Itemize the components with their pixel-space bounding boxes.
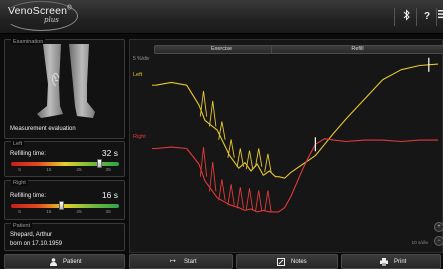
legs-illustration[interactable]: [29, 44, 105, 122]
series-line-right: [155, 138, 438, 213]
right-label: Right: [11, 180, 28, 186]
zoom-out-icon[interactable]: −: [434, 236, 443, 246]
right-leg-panel: Right Refilling time: 16 s 5 15 25 35: [4, 180, 125, 220]
title-bar: VenoScreen® plus ?: [0, 0, 443, 34]
patient-birthdate: born on 17.10.1959: [10, 241, 63, 247]
tick-label: 15: [46, 168, 52, 173]
exam-caption: Measurement evaluation: [10, 126, 76, 132]
oscillation-spike: [264, 153, 272, 173]
oscillation-spike: [255, 190, 263, 212]
oscillation-spike: [236, 187, 244, 209]
notes-button[interactable]: Notes: [236, 254, 338, 269]
left-gauge-ticks: 5 15 25 35: [11, 168, 119, 174]
separator: [416, 8, 417, 26]
notes-button-label: Notes: [291, 259, 307, 265]
series-line-left: [155, 63, 439, 179]
tick-label: 25: [76, 168, 82, 173]
right-gauge-ticks: 5 15 25 35: [11, 210, 119, 216]
person-icon: [50, 258, 57, 269]
plot-area: [152, 57, 439, 213]
notes-icon: [277, 258, 285, 269]
oscillation-spike: [209, 100, 217, 127]
left-refill-gauge: [11, 162, 119, 166]
left-leg-panel: Left Refilling time: 32 s 5 15 25 35: [4, 141, 125, 177]
oscillation-spike: [199, 90, 208, 117]
bottom-toolbar: Patient ↦ Start Notes Print: [0, 254, 443, 269]
brand-sub: plus: [44, 16, 59, 24]
patient-button[interactable]: Patient: [4, 254, 125, 269]
separator: [394, 8, 395, 26]
patient-button-label: Patient: [63, 259, 82, 265]
patient-panel[interactable]: Patient Shepard, Arthur born on 17.10.19…: [4, 223, 125, 251]
left-label: Left: [11, 141, 25, 147]
right-refilling-label: Refilling time:: [10, 193, 47, 199]
tick-label: 35: [105, 168, 111, 173]
examination-panel: Examination Measurement evaluation: [4, 39, 125, 139]
tick-label: 5: [18, 210, 21, 215]
oscillation-spike: [199, 147, 208, 177]
right-gauge-marker: [59, 201, 65, 210]
left-gauge-marker: [97, 159, 103, 168]
patient-name: Shepard, Arthur: [10, 232, 53, 238]
start-button-label: Start: [184, 259, 197, 265]
zoom-in-icon[interactable]: +: [434, 222, 443, 232]
time-scale-label: 10 s/div: [411, 241, 428, 246]
left-refilling-label: Refilling time:: [10, 151, 47, 157]
measurement-chart: Exercise Refill 5 %/div Left Right 10 s/…: [129, 39, 443, 253]
oscillation-spike: [218, 121, 226, 140]
left-refilling-value: 32 s: [101, 148, 118, 158]
oscillation-spike: [218, 179, 226, 201]
oscillation-spike: [245, 188, 254, 210]
print-button[interactable]: Print: [341, 254, 441, 269]
registered-mark: ®: [67, 5, 72, 12]
right-refill-gauge: [11, 204, 119, 208]
patient-label: Patient: [11, 223, 33, 229]
print-button-label: Print: [394, 259, 407, 265]
tick-label: 5: [18, 168, 21, 173]
tick-label: 15: [46, 210, 52, 215]
app-window: VenoScreen® plus ? Examination Measureme…: [0, 0, 443, 269]
oscillation-spike: [209, 161, 217, 192]
oscillation-spike: [264, 190, 272, 212]
tick-label: 35: [105, 210, 111, 215]
printer-icon: [380, 258, 388, 269]
right-refilling-value: 16 s: [101, 190, 118, 200]
help-icon[interactable]: ?: [420, 9, 434, 25]
menu-icon[interactable]: [438, 9, 443, 25]
start-icon: ↦: [170, 258, 176, 265]
oscillation-spike: [227, 184, 235, 206]
tick-label: 25: [76, 210, 82, 215]
start-button[interactable]: ↦ Start: [129, 254, 233, 269]
separator: [436, 8, 437, 26]
bluetooth-icon[interactable]: [400, 9, 414, 25]
